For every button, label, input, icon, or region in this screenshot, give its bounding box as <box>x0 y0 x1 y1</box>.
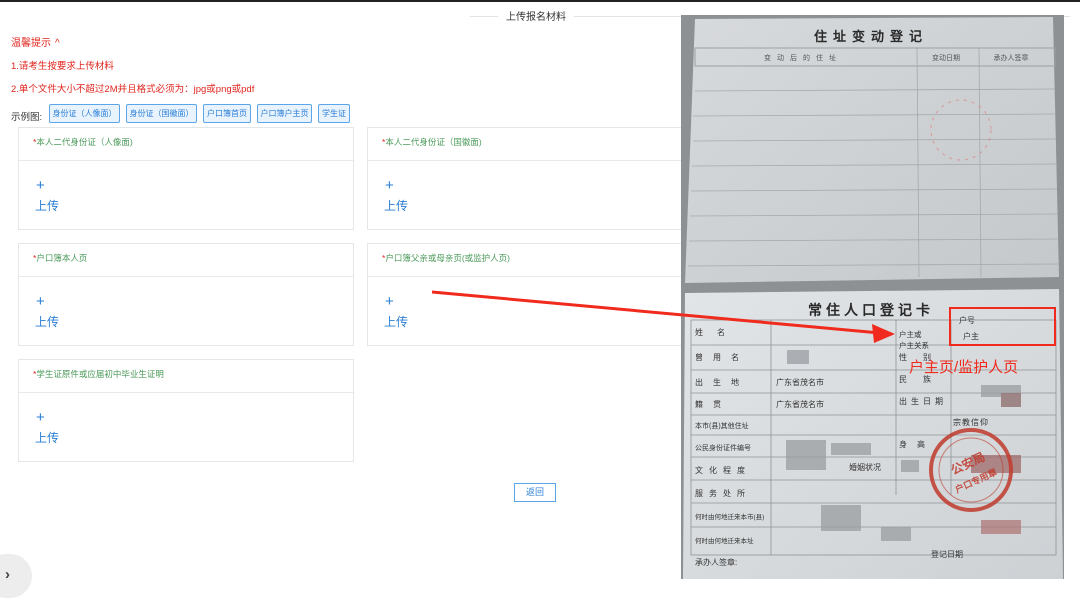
annotation-arrow <box>431 290 895 343</box>
arrow-shaft <box>431 290 881 335</box>
arrow-head-icon <box>872 324 895 343</box>
